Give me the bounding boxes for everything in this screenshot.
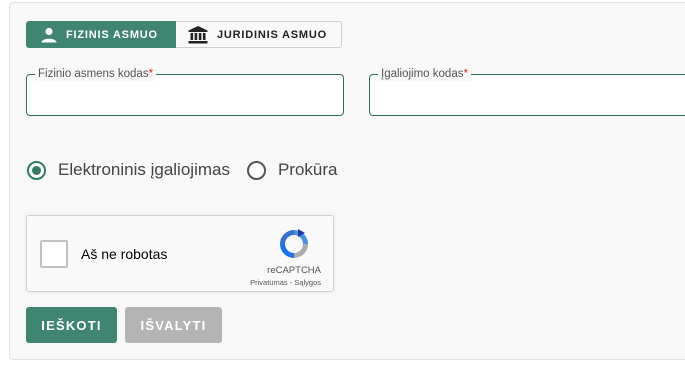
radio-electronic-label: Elektroninis įgaliojimas [58, 160, 230, 179]
authorization-code-input[interactable] [370, 75, 685, 115]
legal-person-label: JURIDINIS ASMUO [217, 28, 327, 41]
recaptcha-logo-icon [280, 229, 308, 258]
natural-person-label: FIZINIS ASMUO [66, 28, 158, 41]
personal-code-input[interactable] [27, 75, 343, 115]
required-mark: * [148, 68, 154, 80]
recaptcha-label: Aš ne robotas [81, 246, 168, 262]
recaptcha-privacy-link[interactable]: Privatumas [250, 278, 288, 287]
radio-procuration[interactable]: Prokūra [246, 160, 338, 180]
search-button[interactable]: IEŠKOTI [26, 307, 117, 343]
authorization-type-group: Elektroninis įgaliojimas Prokūra [27, 160, 338, 180]
recaptcha-brand: reCAPTCHA [267, 265, 321, 276]
clear-button[interactable]: IŠVALYTI [125, 307, 222, 343]
person-type-toggle: FIZINIS ASMUO JURIDINIS ASMUO [26, 21, 342, 48]
radio-procuration-label: Prokūra [277, 160, 338, 179]
authorization-code-field[interactable]: Įgaliojimo kodas* [369, 67, 685, 116]
recaptcha-links: Privatumas - Sąlygos [250, 278, 321, 287]
recaptcha-terms-link[interactable]: Sąlygos [294, 278, 321, 287]
person-icon [41, 27, 57, 42]
required-mark: * [463, 68, 468, 80]
recaptcha-widget: Aš ne robotas reCAPTCHA Privatumas - Sąl… [26, 215, 334, 292]
radio-electronic-authorization[interactable]: Elektroninis įgaliojimas [27, 160, 230, 180]
authorization-code-label: Įgaliojimo kodas* [378, 67, 471, 81]
radio-selected-icon[interactable] [27, 160, 46, 180]
radio-unselected-icon[interactable] [246, 160, 266, 180]
institution-icon [188, 25, 208, 43]
personal-code-field[interactable]: Fizinio asmens kodas* [26, 67, 344, 116]
personal-code-label: Fizinio asmens kodas* [35, 67, 157, 81]
legal-person-tab[interactable]: JURIDINIS ASMUO [176, 21, 342, 48]
recaptcha-checkbox[interactable] [40, 240, 68, 268]
natural-person-tab[interactable]: FIZINIS ASMUO [26, 21, 176, 48]
